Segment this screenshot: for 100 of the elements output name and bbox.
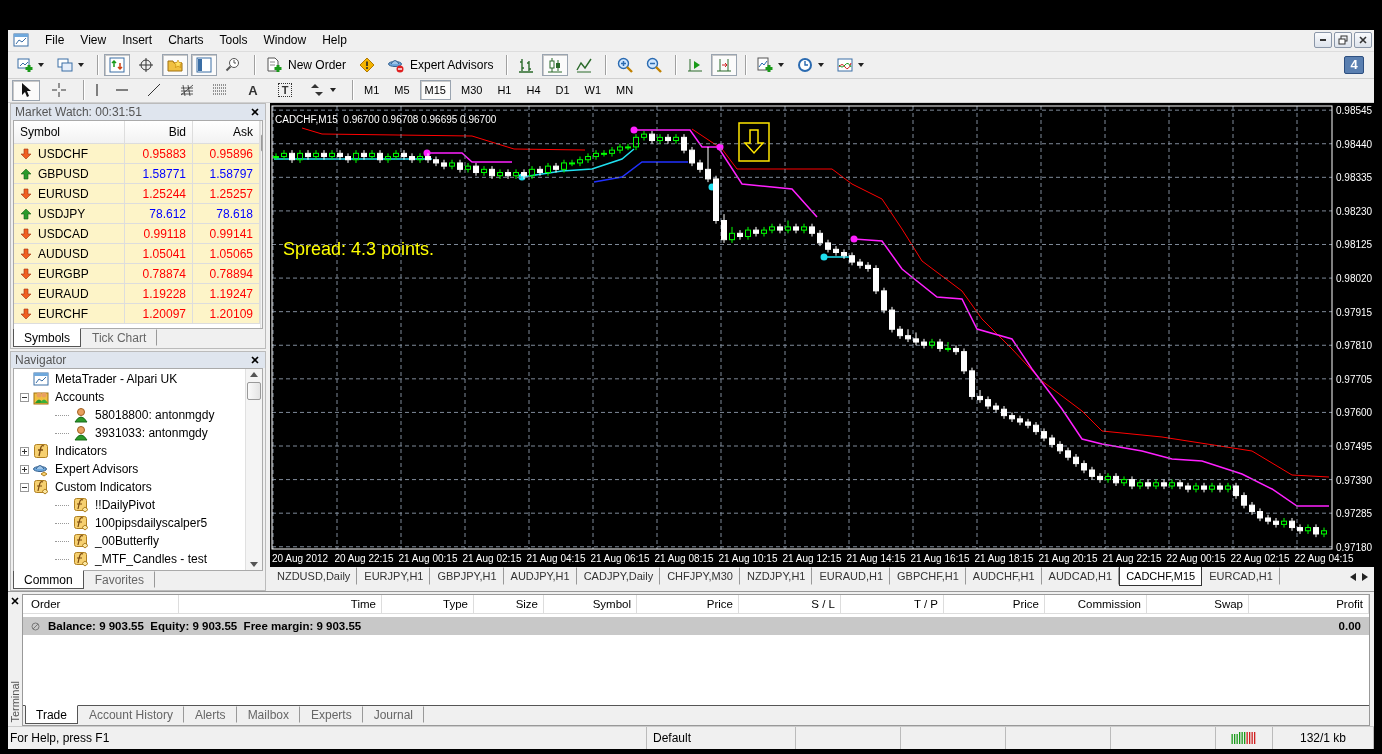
timeframe-button[interactable]: M15 [419,80,451,101]
tree-item[interactable]: _MTF_Candles - test [95,552,208,567]
column-header[interactable]: Symbol [544,595,637,614]
chart-tab[interactable]: NZDJPY,H1 [740,567,813,586]
scroll-thumb[interactable] [247,382,261,401]
tree-item[interactable]: Indicators [55,444,108,459]
document-plus-icon [266,56,282,73]
column-header[interactable]: Price [637,595,739,614]
candlestick [1169,479,1175,491]
panel-tab[interactable]: Favorites [83,571,156,589]
collapse-icon[interactable] [20,392,29,402]
tree-item[interactable]: 3931033: antonmgdy [95,426,208,441]
menu-item[interactable]: Charts [160,33,212,48]
scroll-left-icon[interactable] [1350,573,1356,582]
restore-button[interactable] [1334,32,1352,49]
minimize-button[interactable] [1314,32,1332,49]
app-icon[interactable] [13,32,29,49]
column-header[interactable]: Symbol [14,121,125,144]
candlestick [1161,479,1167,491]
column-header[interactable]: Type [382,595,474,614]
chart-tab[interactable]: CADCHF,M15 [1119,566,1203,587]
panel-tab[interactable]: Tick Chart [81,329,158,347]
chart-tab[interactable]: CADJPY,Daily [576,567,661,586]
column-header[interactable]: Time [179,595,382,614]
timeframe-button[interactable]: M5 [389,80,415,101]
time-label: 21 Aug 22:15 [1102,553,1162,565]
tree-item[interactable]: 58018800: antonmgdy [95,408,215,423]
toolbar-icon-button[interactable] [542,53,569,76]
toolbar-icon-button[interactable] [104,53,130,76]
terminal-tab[interactable]: Journal [362,706,425,724]
timeframe-button[interactable]: H1 [492,80,517,101]
tool-button[interactable] [12,79,40,101]
toolbar-icon-button[interactable] [191,53,217,76]
candlestick [769,223,775,235]
menu-item[interactable]: File [37,33,73,48]
arrows-window-icon [109,56,125,73]
chart-tab[interactable]: CHFJPY,M30 [660,567,740,586]
timeframe-button[interactable]: D1 [550,80,575,101]
chart-tab[interactable]: EURAUD,H1 [812,567,891,586]
column-header[interactable]: T / P [841,595,944,614]
chart-tab[interactable]: NZDUSD,Daily [270,567,358,586]
candlestick [609,146,615,158]
timeframe-button[interactable]: MN [611,80,639,101]
terminal-tab[interactable]: Experts [300,706,363,724]
timeframe-button[interactable]: H4 [521,80,546,101]
terminal-tab[interactable]: Alerts [183,706,237,724]
column-header[interactable]: Price [944,595,1045,614]
chart-tab[interactable]: GBPJPY,H1 [430,567,504,586]
expand-icon[interactable] [20,446,29,456]
column-header[interactable]: Profit [1249,595,1369,614]
candlestick [841,249,847,260]
tree-item[interactable]: Accounts [55,390,105,405]
menu-item[interactable]: View [72,33,115,48]
terminal-tab[interactable]: Mailbox [236,706,300,724]
close-button[interactable] [1354,32,1372,49]
toolbar-button[interactable]: New Order [261,53,351,76]
candlestick [1081,460,1087,475]
panel-tab[interactable]: Symbols [13,328,81,348]
menu-item[interactable]: Tools [211,33,256,48]
timeframe-button[interactable]: M30 [455,80,488,101]
terminal-tab[interactable]: Trade [25,705,78,725]
chart-tab[interactable]: EURCAD,H1 [1202,567,1280,586]
tree-item[interactable]: !!DailyPivot [95,498,156,513]
collapse-icon[interactable] [20,482,29,492]
menu-item[interactable]: Insert [114,33,161,48]
scroll-right-icon[interactable] [1362,573,1368,582]
candlestick [889,306,895,334]
scrollbar[interactable] [245,369,262,571]
toolbar-button[interactable]: Expert Advisors [383,53,499,76]
column-header[interactable]: Size [474,595,544,614]
tree-item[interactable]: MetaTrader - Alpari UK [55,372,178,387]
menu-item[interactable]: Window [255,33,315,48]
chart-tab[interactable]: AUDCHF,H1 [965,567,1042,586]
candlestick [777,223,783,235]
timeframe-button[interactable]: W1 [579,80,607,101]
candlestick [697,159,703,174]
tool-button[interactable]: A [239,79,267,101]
candlestick [793,223,799,235]
terminal-tab[interactable]: Account History [77,706,184,724]
expand-icon[interactable] [20,464,29,474]
column-header[interactable]: Bid [125,121,193,144]
column-header[interactable]: Commission [1045,595,1147,614]
column-header[interactable]: Swap [1147,595,1249,614]
terminal-badge-button[interactable]: 4 [1344,55,1364,74]
indicator-icon [33,479,49,496]
column-header[interactable]: S / L [739,595,841,614]
panel-tab[interactable]: Common [13,570,84,590]
chart-tab[interactable]: EURJPY,H1 [357,567,431,586]
tree-item[interactable]: 100pipsdailyscalper5 [95,516,208,531]
time-label: 22 Aug 02:15 [1230,553,1290,565]
tree-item[interactable]: _00Butterfly [95,534,160,549]
timeframe-button[interactable]: M1 [359,80,385,101]
user-icon [73,407,89,424]
chart-tab[interactable]: GBPCHF,H1 [890,567,966,586]
tool-button[interactable]: T [272,79,298,101]
menu-item[interactable]: Help [314,33,355,48]
column-header[interactable]: Order [23,595,179,614]
tree-item[interactable]: Custom Indicators [55,480,152,495]
chart-tab[interactable]: AUDJPY,H1 [503,567,577,586]
tree-item[interactable]: Expert Advisors [55,462,139,477]
